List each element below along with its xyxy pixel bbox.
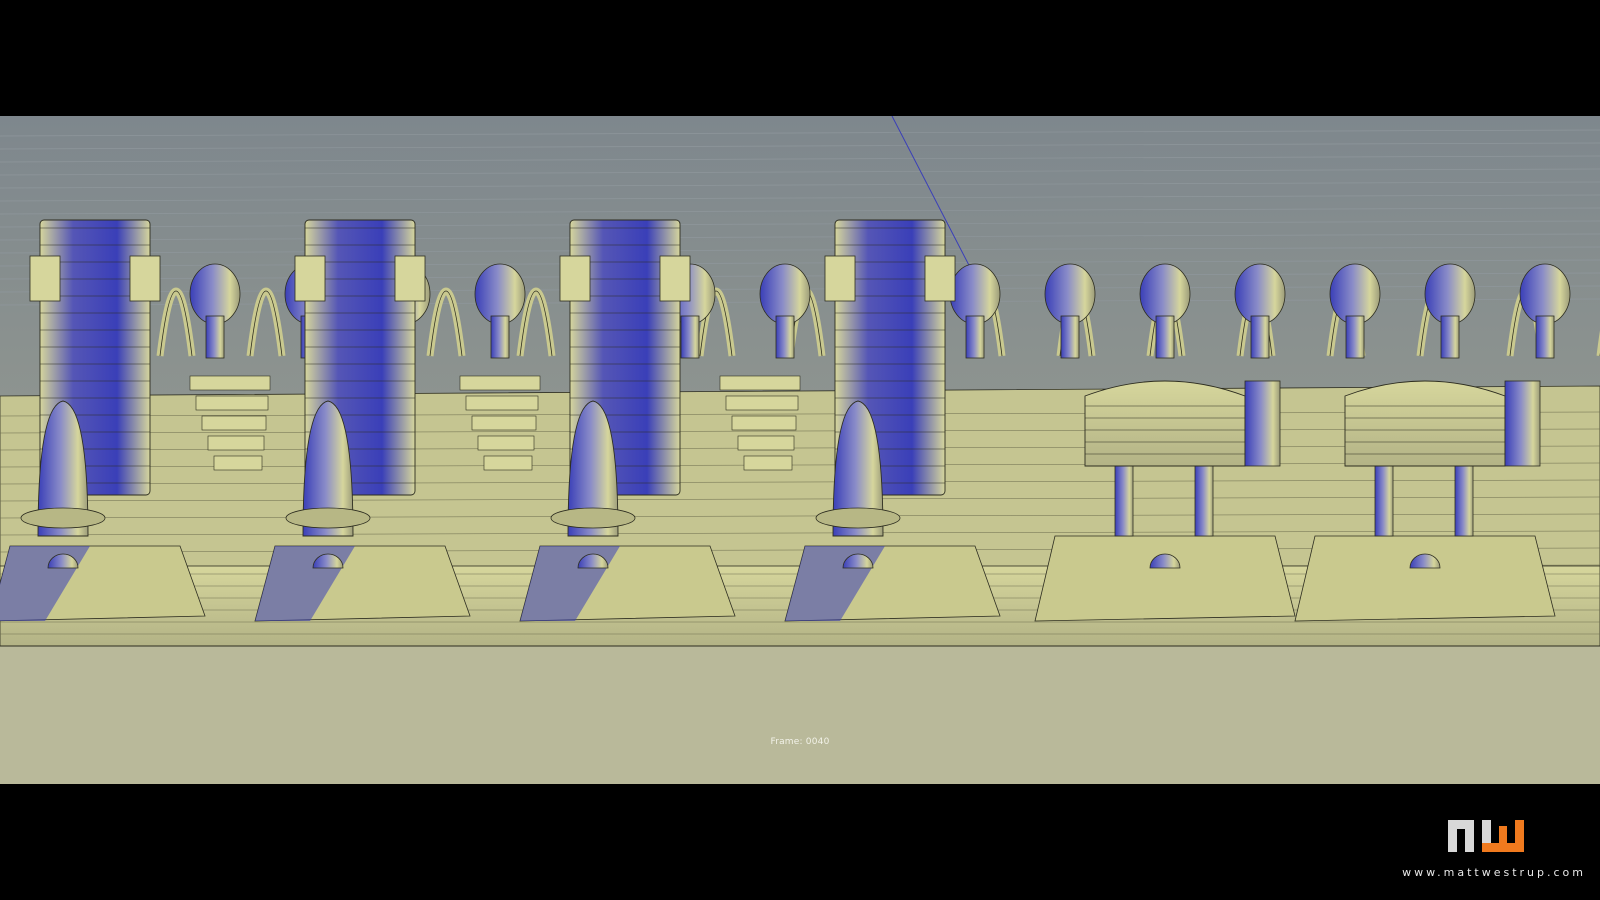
lever-collar [20,507,106,529]
bulb-stem [1250,315,1270,359]
bulb-head [949,263,1001,325]
panel-clip [294,255,326,302]
bulb-head [1329,263,1381,325]
step-block [743,455,793,471]
step-block [201,415,267,431]
bulb-stem [1155,315,1175,359]
step-block [189,375,271,391]
bulb-head [1519,263,1571,325]
bulb-stem [680,315,700,359]
unit-leg [1114,455,1134,537]
panel-clip [129,255,161,302]
step-block [207,435,265,451]
panel-clip [394,255,426,302]
lever-collar [815,507,901,529]
step-block [719,375,801,391]
step-block [477,435,535,451]
panel-clip [659,255,691,302]
floor [0,646,1600,784]
unit-leg [1374,455,1394,537]
logo-w-icon [1482,820,1524,852]
video-frame: Frame: 0040 www.mattwestrup.com [0,0,1600,900]
unit-base [1034,535,1296,622]
step-block [737,435,795,451]
bulb-stem [205,315,225,359]
bulb-head [1234,263,1286,325]
bulb-head [759,263,811,325]
step-block [471,415,537,431]
bulb-stem [1535,315,1555,359]
bulb-stem [1440,315,1460,359]
bulb-stem [490,315,510,359]
unit-base [1294,535,1556,622]
website-url: www.mattwestrup.com [1402,866,1586,879]
panel-clip [824,255,856,302]
step-block [459,375,541,391]
unit-housing [1084,380,1246,467]
step-block [465,395,539,411]
panel-clip [924,255,956,302]
step-block [725,395,799,411]
panel-clip [559,255,591,302]
bulb-head [189,263,241,325]
bulb-stem [965,315,985,359]
bulb-stem [1060,315,1080,359]
bulb-head [474,263,526,325]
step-block [731,415,797,431]
frame-counter: Frame: 0040 [770,737,830,747]
unit-leg [1194,455,1214,537]
wireframe-scene [0,116,1600,784]
step-block [213,455,263,471]
logo-m-icon [1448,820,1474,852]
lever-collar [550,507,636,529]
lever-collar [285,507,371,529]
unit-housing [1344,380,1506,467]
step-block [195,395,269,411]
unit-side [1504,380,1541,467]
bulb-head [1044,263,1096,325]
bulb-stem [775,315,795,359]
bulb-stem [1345,315,1365,359]
unit-side [1244,380,1281,467]
panel-clip [29,255,61,302]
bulb-head [1139,263,1191,325]
mw-logo [1448,820,1524,852]
bulb-head [1424,263,1476,325]
unit-leg [1454,455,1474,537]
step-block [483,455,533,471]
3d-viewport[interactable] [0,116,1600,784]
